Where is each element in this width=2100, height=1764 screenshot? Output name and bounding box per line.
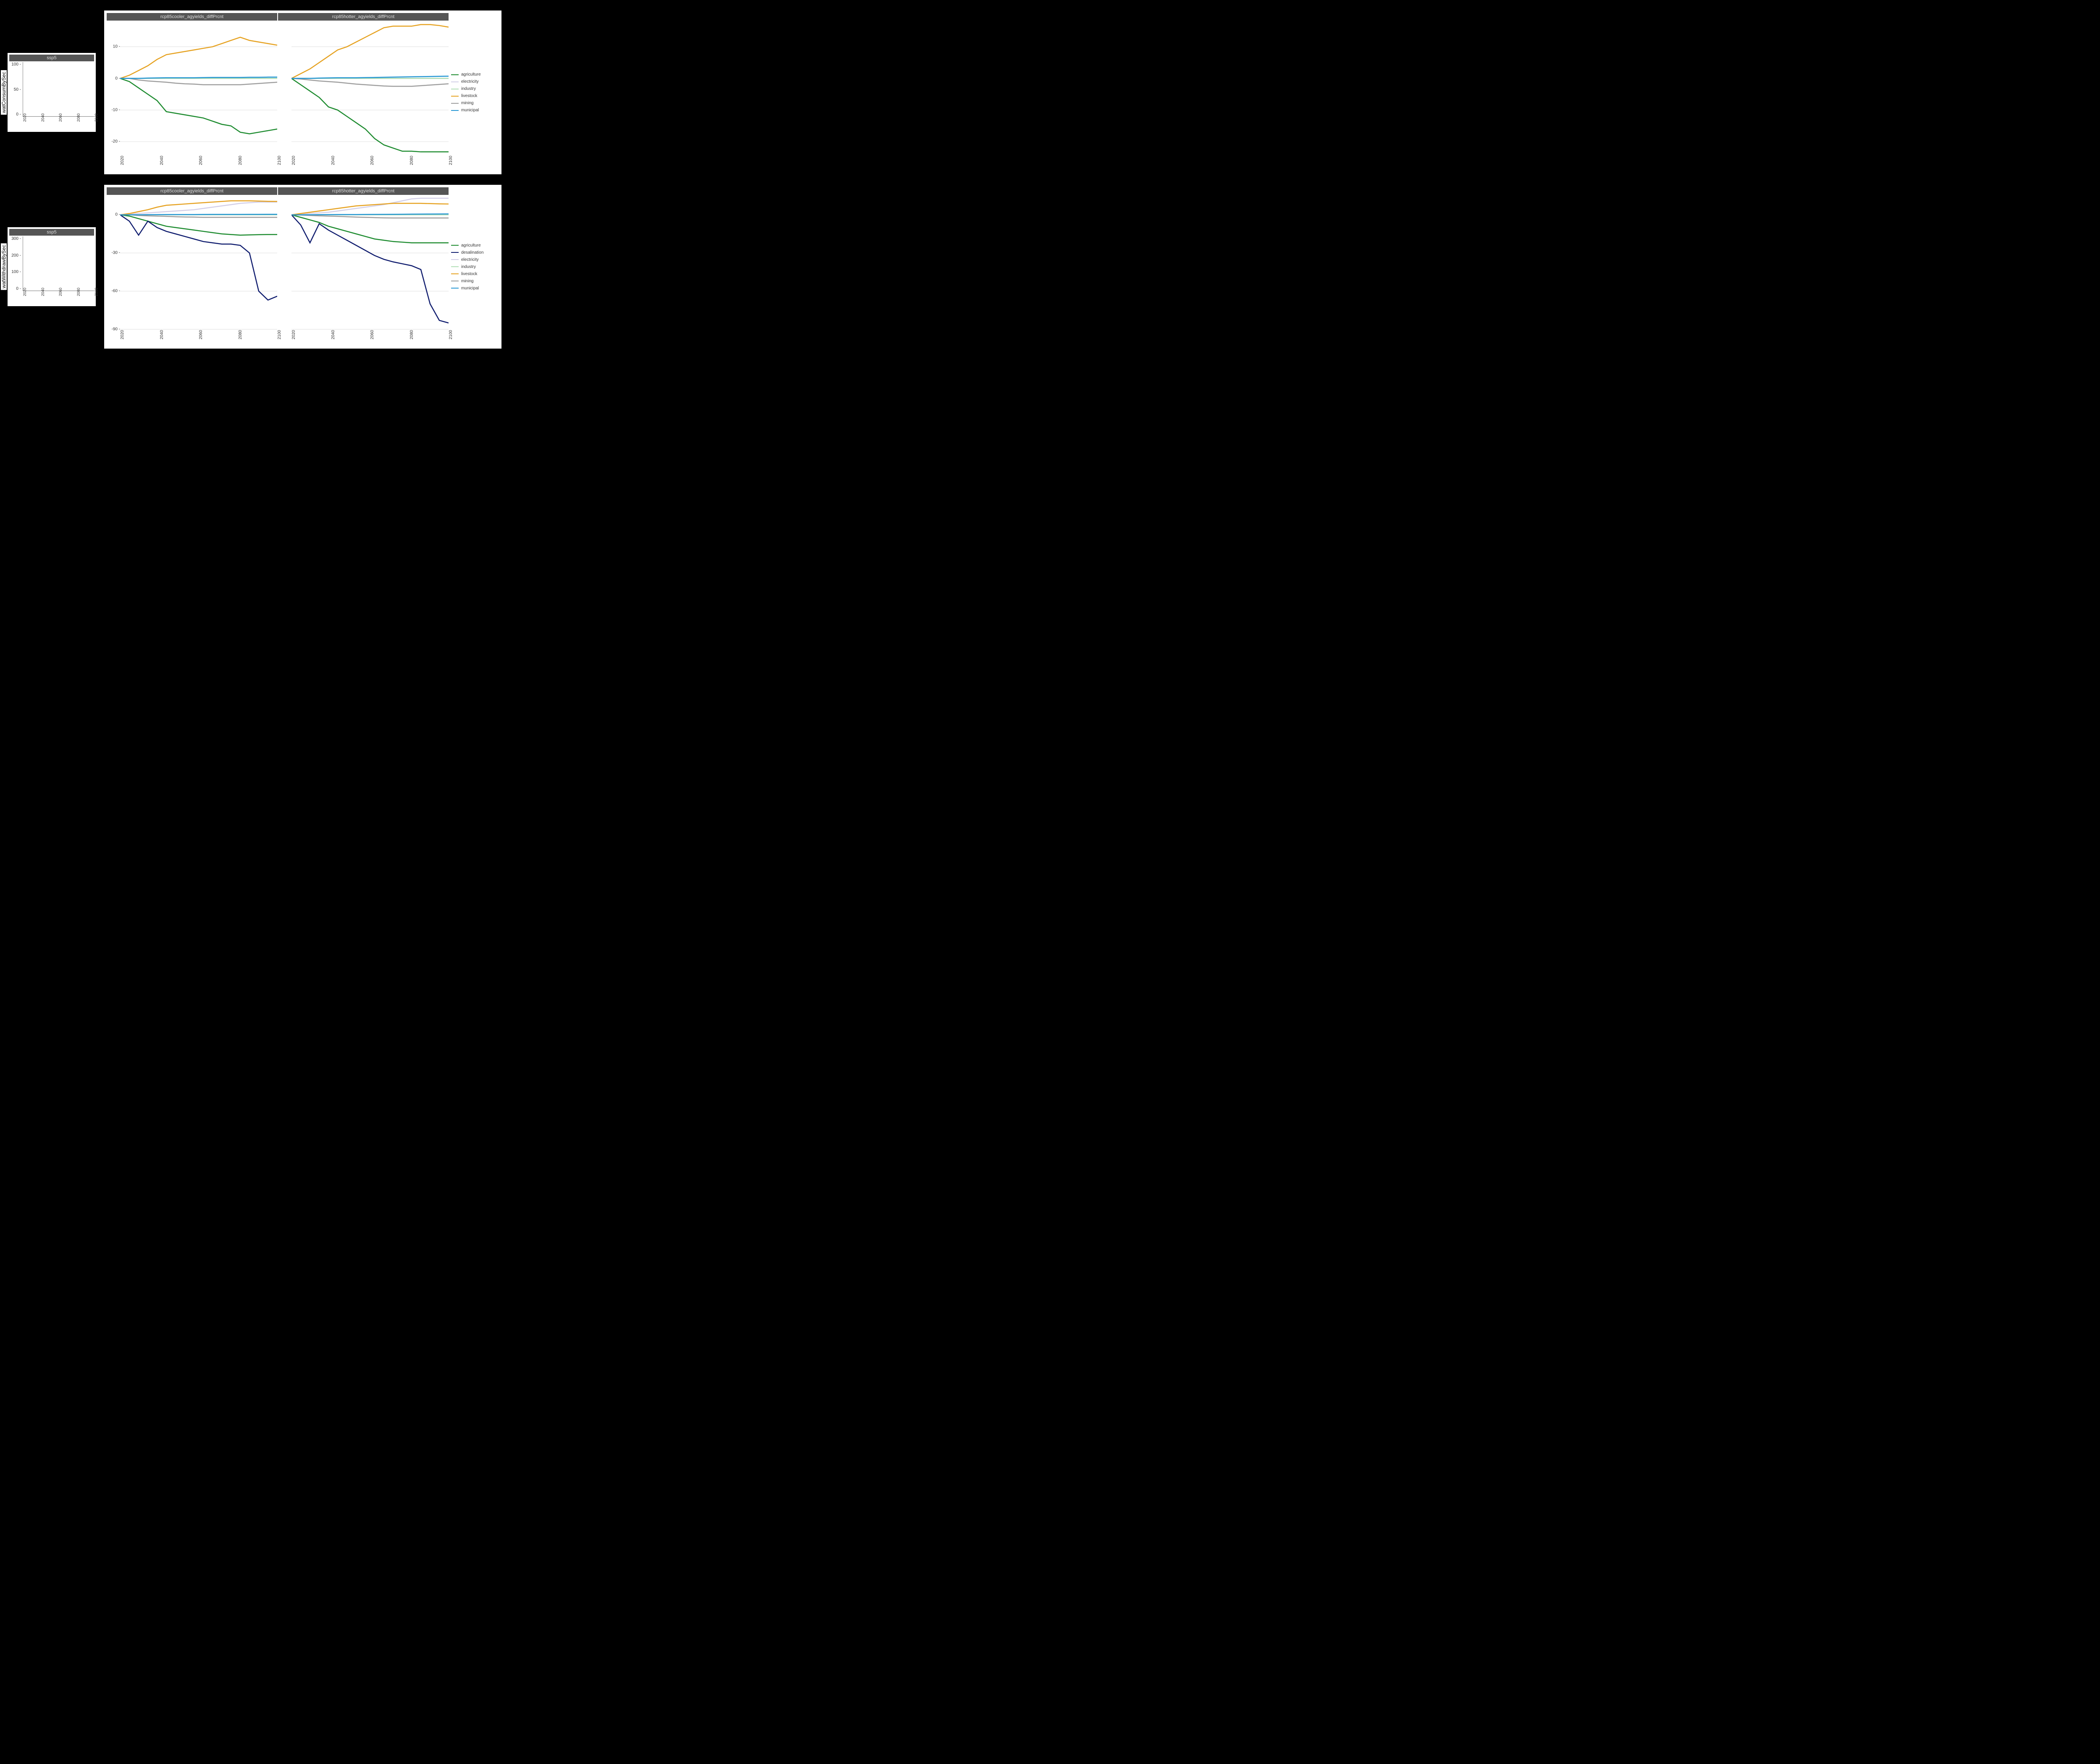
legend-item-mining: mining [451,279,497,284]
watWithdrawBySec-ssp5-bars: ssp5 300 -200 -100 -0 - 2020204020602080… [8,227,96,306]
yaxis-panel-1: 10 -0 --10 --20 - [107,21,120,158]
yaxis-panel-3: 0 --30 --60 --90 - [107,196,120,332]
yaxis-small-1: 100 -50 -0 - [9,62,23,117]
xaxis-panel-3: 20202040206020802100 [107,332,277,346]
bars-2 [23,236,94,291]
legend-item-industry: industry [451,87,497,91]
legend-item-electricity: electricity [451,257,497,262]
legend-item-electricity: electricity [451,79,497,84]
ylabel-row1: watConsumBySec [1,70,7,115]
panel-hotter-2: rcp85hotter_agyields_diffPrcnt 0 --30 --… [278,187,449,346]
xaxis-panel-1: 20202040206020802100 [107,158,277,172]
row-watWithdrawBySec: watWithdrawBySec ssp5 300 -200 -100 -0 -… [0,185,504,349]
strip-ssp5: ssp5 [9,55,94,61]
legend-item-mining: mining [451,101,497,105]
figure-grid: watConsumBySec ssp5 100 -50 -0 - 2020204… [0,0,504,353]
xaxis-panel-4: 20202040206020802100 [278,332,449,346]
legend-item-municipal: municipal [451,286,497,291]
legend-item-agriculture: agriculture [451,243,497,248]
legend-item-livestock: livestock [451,94,497,98]
watConsumBySec-ssp5-bars: ssp5 100 -50 -0 - 20202040206020802100 [8,53,96,132]
legend-item-livestock: livestock [451,272,497,276]
watWithdrawBySec-diff-panels: rcp85cooler_agyields_diffPrcnt 0 --30 --… [104,185,501,349]
panel-cooler-1: rcp85cooler_agyields_diffPrcnt 10 -0 --1… [107,13,277,172]
strip-hotter-1: rcp85hotter_agyields_diffPrcnt [278,13,449,21]
xaxis-small-2: 20202040206020802100 [9,291,94,304]
legend-item-municipal: municipal [451,108,497,113]
watConsumBySec-diff-panels: rcp85cooler_agyields_diffPrcnt 10 -0 --1… [104,10,501,174]
legend-row2: agriculture desalination electricity indust… [449,187,499,346]
ylabel-row2: watWithdrawBySec [1,243,7,290]
bars-1 [23,62,94,116]
xaxis-small-1: 20202040206020802100 [9,117,94,130]
strip-cooler-1: rcp85cooler_agyields_diffPrcnt [107,13,277,21]
legend-item-agriculture: agriculture [451,72,497,77]
xaxis-panel-2: 20202040206020802100 [278,158,449,172]
strip-ssp5-2: ssp5 [9,229,94,236]
legend-row1: agriculture electricity industry livestock m… [449,13,499,172]
panel-hotter-1: rcp85hotter_agyields_diffPrcnt 10 -0 --1… [278,13,449,172]
strip-cooler-2: rcp85cooler_agyields_diffPrcnt [107,187,277,195]
panel-cooler-2: rcp85cooler_agyields_diffPrcnt 0 --30 --… [107,187,277,346]
yaxis-small-2: 300 -200 -100 -0 - [9,236,23,291]
legend-item-desalination: desalination [451,250,497,255]
legend-item-industry: industry [451,265,497,269]
strip-hotter-2: rcp85hotter_agyields_diffPrcnt [278,187,449,195]
row-watConsumBySec: watConsumBySec ssp5 100 -50 -0 - 2020204… [0,17,504,168]
